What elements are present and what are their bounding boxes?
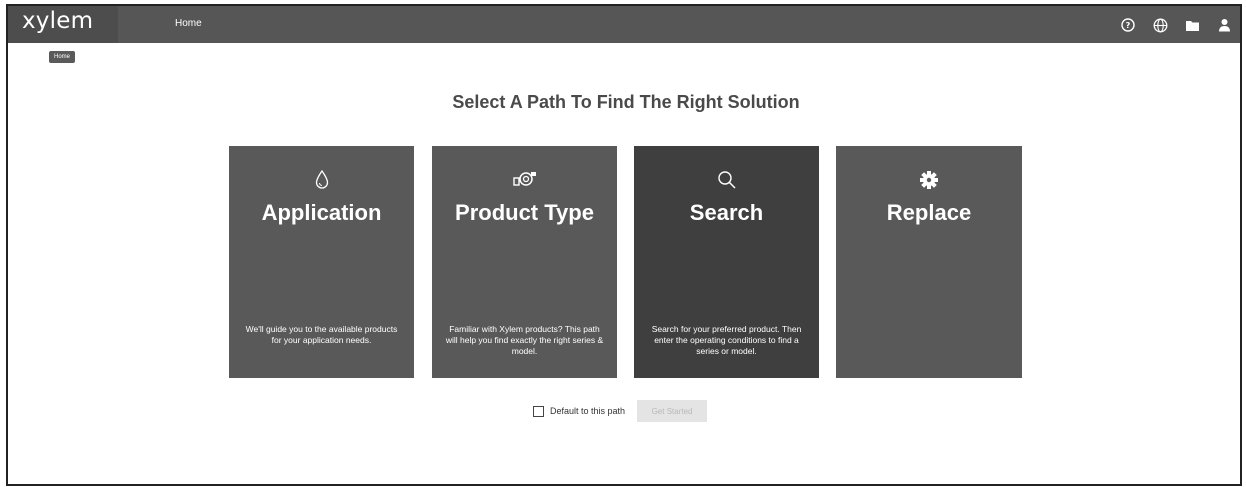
search-icon xyxy=(634,170,819,192)
page-title: Select A Path To Find The Right Solution xyxy=(452,92,800,112)
card-title: Replace xyxy=(886,200,972,225)
card-search[interactable]: Search Search for your preferred product… xyxy=(634,146,819,378)
home-tooltip: Home xyxy=(49,51,76,63)
card-description: Familiar with Xylem products? This path … xyxy=(445,324,604,356)
default-path-checkbox[interactable] xyxy=(533,405,544,417)
pump-icon xyxy=(432,170,617,192)
card-description: Search for your preferred product. Then … xyxy=(651,324,802,356)
xylem-logo[interactable]: xylem xyxy=(22,8,93,34)
card-description: We'll guide you to the available product… xyxy=(245,324,398,345)
card-replace[interactable]: Replace xyxy=(836,146,1022,378)
svg-text:?: ? xyxy=(1126,21,1131,30)
water-drop-icon xyxy=(229,170,414,192)
help-icon[interactable]: ? xyxy=(1118,15,1138,35)
top-navbar: xylem Home ? xyxy=(8,4,1240,43)
default-path-label[interactable]: Default to this path xyxy=(550,406,625,416)
globe-icon[interactable] xyxy=(1150,15,1170,35)
path-options: Default to this path Get Started xyxy=(533,400,708,422)
app-frame: xylem Home ? Home Select A Path To Find … xyxy=(6,4,1242,486)
card-title: Search xyxy=(689,200,764,225)
card-application[interactable]: Application We'll guide you to the avail… xyxy=(229,146,414,378)
card-title: Product Type xyxy=(455,200,594,225)
user-icon[interactable] xyxy=(1214,15,1234,35)
top-icon-group: ? xyxy=(1118,15,1234,35)
nav-home-link[interactable]: Home xyxy=(175,18,202,29)
get-started-button[interactable]: Get Started xyxy=(637,400,708,422)
gear-icon xyxy=(836,170,1022,192)
folder-icon[interactable] xyxy=(1182,15,1202,35)
logo-area[interactable]: xylem xyxy=(8,6,118,43)
card-title: Application xyxy=(261,200,382,225)
card-product-type[interactable]: Product Type Familiar with Xylem product… xyxy=(432,146,617,378)
